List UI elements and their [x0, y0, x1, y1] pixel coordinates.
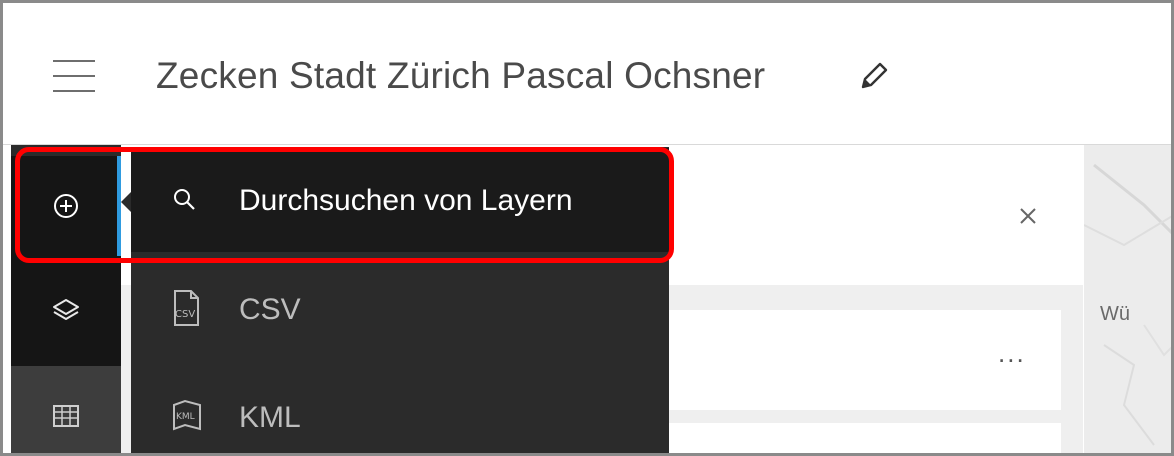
app-window: Zecken Stadt Zürich Pascal Ochsner ... W…	[0, 0, 1174, 456]
page-title: Zecken Stadt Zürich Pascal Ochsner	[156, 55, 766, 96]
pencil-icon[interactable]	[857, 59, 891, 93]
rail-add-button[interactable]	[11, 156, 121, 256]
menu-item-label: CSV	[239, 293, 301, 326]
svg-text:KML: KML	[176, 412, 195, 422]
rail-table-button[interactable]	[11, 366, 121, 453]
hamburger-menu-icon[interactable]	[53, 58, 95, 94]
svg-text:CSV: CSV	[175, 309, 195, 320]
table-icon	[53, 405, 79, 427]
menu-item-browse-layers[interactable]: Durchsuchen von Layern	[131, 148, 669, 252]
menu-pointer	[121, 192, 131, 212]
icon-rail	[11, 145, 121, 453]
menu-item-label: Durchsuchen von Layern	[239, 184, 573, 217]
add-circle-icon	[54, 194, 78, 218]
rail-layers-button[interactable]	[11, 256, 121, 366]
layers-icon	[53, 299, 79, 320]
header: Zecken Stadt Zürich Pascal Ochsner	[3, 3, 1171, 145]
more-options-button[interactable]: ...	[998, 338, 1026, 369]
map-view[interactable]	[1084, 145, 1171, 453]
csv-file-icon: CSV	[171, 289, 201, 332]
map-place-label: Wü	[1100, 303, 1130, 325]
close-icon[interactable]	[1015, 203, 1041, 229]
menu-item-label: KML	[239, 401, 301, 434]
kml-file-icon: KML	[171, 399, 203, 438]
search-icon	[171, 186, 197, 217]
menu-item-csv[interactable]: CSV CSV	[131, 261, 669, 361]
menu-item-kml[interactable]: KML KML	[131, 371, 669, 453]
